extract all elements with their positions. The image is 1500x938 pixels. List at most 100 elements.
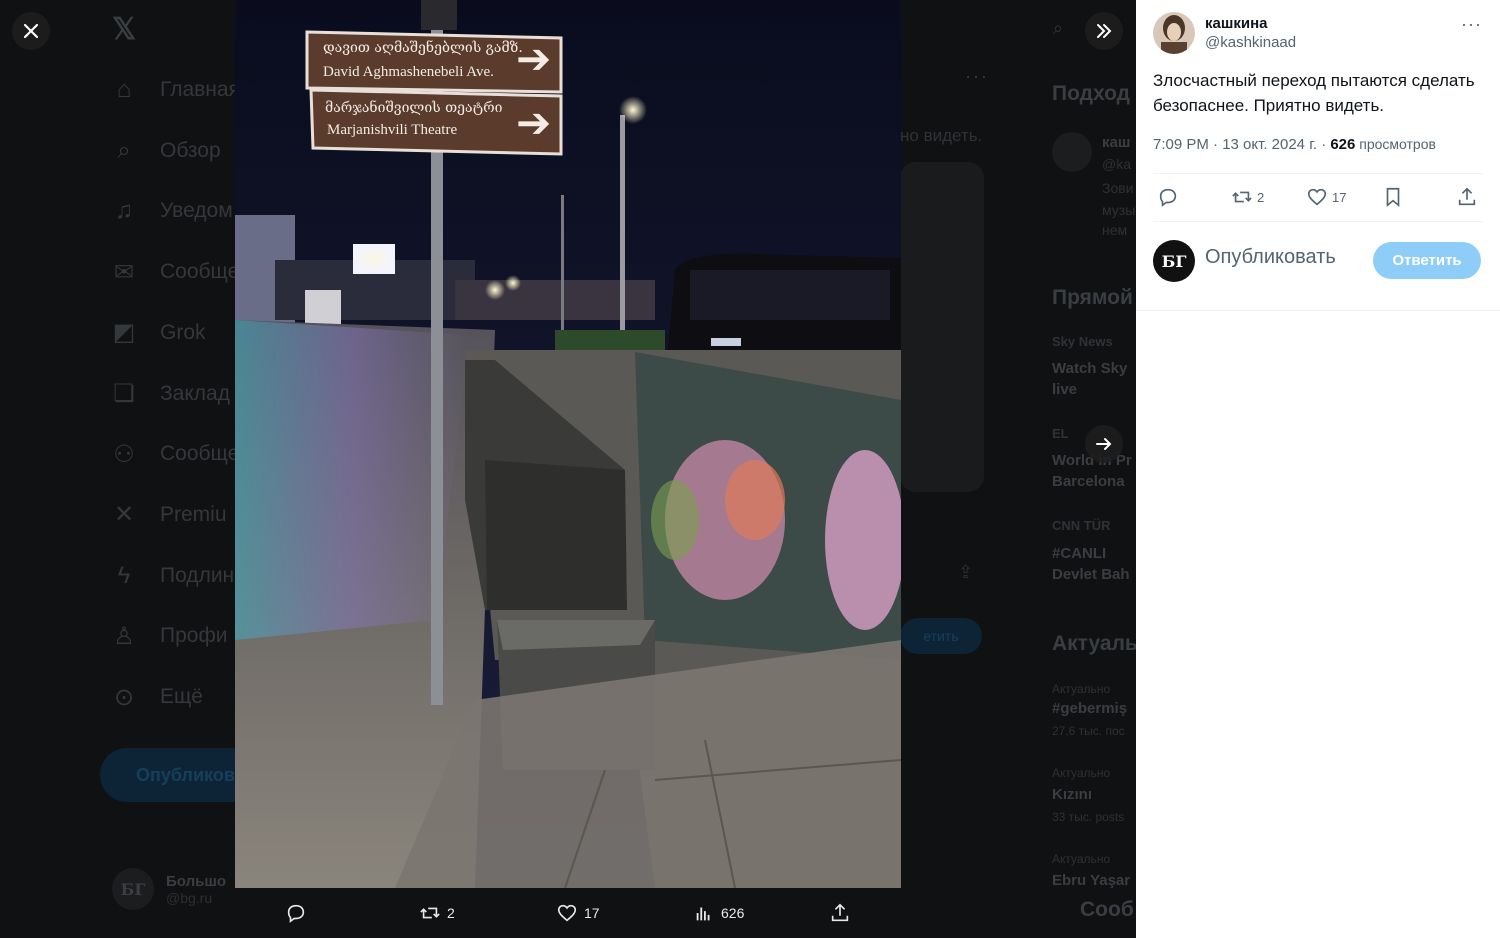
live-title-line: live [1052,381,1078,398]
tweet-author[interactable]: кашкина @kashkinaad [1153,12,1296,54]
background-nav-label: Главная [160,78,240,101]
grok-icon: ◩ [112,319,136,347]
share-icon [1458,187,1476,206]
reply-composer: БГ Опубликовать Ответить [1153,240,1483,284]
sign-text-latin: David Aghmashenebeli Ave. [323,64,494,80]
background-nav-label: Подлин [160,563,235,587]
bookmark-icon: ❏ [113,380,135,407]
background-reply-button: етить [900,618,982,654]
avatar: БГ [112,868,154,910]
background-nav-label: Профи [160,624,228,648]
avatar-image [1153,12,1195,54]
mail-icon: ✉ [113,258,135,286]
live-title-line: Watch Sky [1052,360,1128,377]
avatar[interactable] [1153,12,1195,54]
reply-button[interactable] [1157,174,1179,220]
like-button[interactable]: 17 [1306,174,1346,220]
reply-submit-button[interactable]: Ответить [1373,242,1481,279]
views-count: 626 [721,905,745,921]
more-options-button[interactable]: ··· [1461,14,1482,35]
reply-input[interactable]: Опубликовать [1205,246,1336,269]
background-nav-item: ⚇ Сообще [110,434,239,474]
trend-name: Kızını [1052,786,1092,803]
bookmark-button[interactable] [1382,174,1404,220]
retweet-button[interactable]: 2 [1231,174,1264,220]
reply-icon [1159,188,1177,207]
follow-handle: @ka [1102,156,1131,172]
bookmark-icon [1386,187,1400,208]
live-title-line: Devlet Bah [1052,566,1130,583]
next-media-button[interactable] [1085,425,1123,463]
live-source: Sky News [1052,334,1113,349]
background-nav-label: Сообще [160,442,240,466]
background-sidebar: Подход каш @ka Зови музы нем Прямой Sky … [1052,0,1136,938]
sign-text-latin: Marjanishvili Theatre [327,122,458,138]
background-profile: БГ Большо @bg.ru [112,868,226,910]
x-logo-icon: 𝕏 [112,13,137,46]
trend-name: #gebermiş [1052,700,1128,717]
divider [1136,310,1500,311]
bell-icon: ♫ [115,197,133,225]
background-nav-label: Заклад [160,381,230,405]
trend-count: 33 тыс. posts [1052,810,1125,824]
arrow-right-icon [1096,438,1112,450]
close-button[interactable] [12,12,50,50]
media-reply-button[interactable] [285,888,307,938]
tweet-detail-panel: кашкина @kashkinaad ··· Злосчастный пере… [1136,0,1500,938]
share-button[interactable] [1456,174,1478,220]
bolt-icon: ϟ [117,561,131,589]
tweet-text: Злосчастный переход пытаются сделать без… [1153,71,1475,115]
views-label: просмотров [1355,136,1436,152]
trend-category: Актуально [1052,682,1111,696]
communities-icon: ⚇ [113,440,135,468]
media-retweet-button[interactable]: 2 [419,888,455,938]
trend-name: Ebru Yaşar [1052,872,1131,889]
sign-text-georgian: მარჯანიშვილის თეატრი [325,100,503,116]
background-nav-item: ✕ Premiu [110,495,227,535]
heart-icon [557,904,577,922]
more-icon: ··· [1461,14,1482,34]
views-count: 626 [1330,136,1356,153]
collapse-panel-button[interactable] [1085,12,1123,50]
media-like-button[interactable]: 17 [556,888,600,938]
background-nav-item: ♫ Уведом [110,191,233,231]
tweet-meta: 7:09 PM · 13 окт. 2024 г. · 626 просмотр… [1153,136,1436,153]
background-nav-label: Уведом [160,199,233,223]
share-icon: ⇪ [958,562,974,582]
background-nav-item: ⌕ Обзор [110,131,221,171]
live-source: CNN TÜR [1052,518,1111,533]
analytics-icon [696,907,710,921]
messages-drawer-title: Сооб [1080,898,1134,921]
retweet-icon [420,907,440,919]
retweet-count: 2 [1257,189,1265,205]
media-share-button[interactable] [829,888,851,938]
background-nav-item: ⌂ Главная [110,70,240,110]
background-tweet-text: но видеть. [900,126,983,145]
avatar [1052,132,1092,172]
live-title-line: Barcelona [1052,473,1125,490]
more-circle-icon: ⊙ [113,683,135,711]
background-nav-item: ⊙ Ещё [110,677,203,717]
follow-name: каш [1102,134,1131,151]
who-to-follow-title: Подход [1052,82,1131,105]
media-action-bar: 2 17 626 [235,888,901,938]
share-icon [831,903,849,922]
profile-handle: @bg.ru [166,889,213,906]
heart-icon [1307,188,1327,206]
reply-icon [287,904,305,923]
tweet-photo: დავით აღმაშენებლის გამზ. David Aghmashen… [235,0,901,888]
tweet-timestamp[interactable]: 7:09 PM · 13 окт. 2024 г. · [1153,136,1330,153]
media-views-button[interactable]: 626 [693,888,744,938]
tweet-actions: 2 17 [1153,174,1483,220]
live-title: Прямой [1052,286,1133,309]
retweet-count: 2 [447,905,455,921]
like-count: 17 [1332,189,1347,205]
follow-bio-line: нем [1102,222,1128,238]
background-nav-label: Ещё [160,685,203,708]
divider [1153,221,1483,222]
background-nav-item: ❏ Заклад [110,374,230,414]
background-nav-item: ♙ Профи [110,616,227,656]
search-icon: ⌕ [117,136,131,164]
background-nav-label: Grok [160,320,206,344]
background-nav-label: Обзор [160,138,221,162]
